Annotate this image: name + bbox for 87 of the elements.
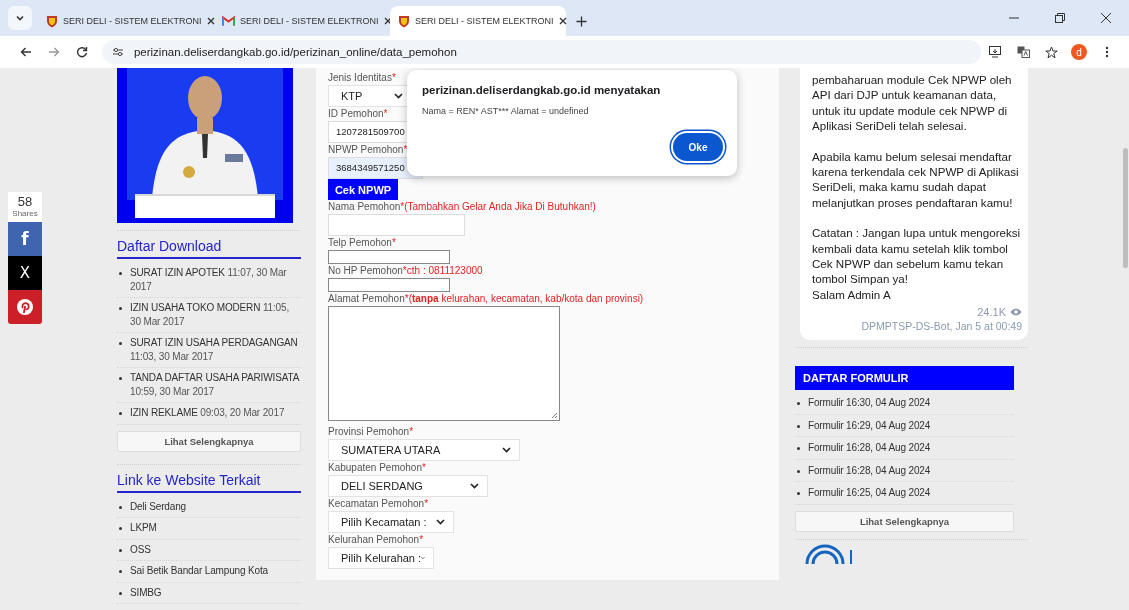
section-heading: Link ke Website Terkait (117, 468, 301, 493)
dropdown[interactable]: SUMATERA UTARA (328, 439, 520, 461)
message-text: Apabila kamu belum selesai mendaftar karena terkendala cek NPWP di Aplikasi SeriDeli, maka kamu sudah dapat melanjutkan proses pendaftaran kamu! (812, 148, 1020, 211)
dialog-title: perizinan.deliserdangkab.go.id menyatakan (422, 84, 662, 96)
input-field[interactable] (328, 278, 450, 292)
chevron-down-icon (502, 447, 511, 453)
dropdown[interactable]: DELI SERDANG (328, 475, 488, 497)
form-link[interactable]: Formulir 16:28, 04 Aug 2024 (808, 463, 931, 478)
field-label: NPWP Pemohon* (328, 143, 408, 157)
field-label: Jenis Identitas* (328, 71, 396, 85)
bullet-icon (797, 469, 800, 473)
bullet-icon (797, 402, 800, 406)
chevron-down-icon (436, 519, 445, 525)
message-text: Catatan : Jangan lupa untuk mengoreksi kembali data kamu setelah klik tombol Cek NPWP dan sebelum kamu tekan tombol Simpan ya! (812, 225, 1022, 287)
chevron-down-icon (470, 483, 479, 489)
section-heading: Daftar Download (117, 235, 301, 259)
form-link[interactable]: Formulir 16:30, 04 Aug 2024 (808, 396, 931, 410)
close-icon[interactable] (206, 15, 215, 27)
bullet-icon (119, 527, 122, 530)
bullet-icon (119, 377, 122, 380)
form-link[interactable]: Formulir 16:25, 04 Aug 2024 (808, 486, 931, 500)
view-count: 24.1K (977, 306, 1006, 319)
pinterest-share-button[interactable] (8, 290, 42, 324)
ok-button[interactable]: Oke (673, 133, 723, 161)
browser-tab[interactable]: SERI DELI - SISTEM ELEKTRONI (38, 6, 214, 36)
website-link[interactable]: OSS (130, 542, 151, 556)
site-settings-icon[interactable] (111, 47, 124, 57)
see-more-button[interactable]: Lihat Selengkapnya (795, 510, 1014, 532)
bullet-icon (119, 570, 122, 573)
message-text: pembaharuan module Cek NPWP oleh API dari DJP untuk keamanan data, untuk itu update module cek NPWP di Aplikasi SeriDeli telah selesai. (812, 72, 1013, 134)
facebook-share-button[interactable]: f (8, 222, 42, 256)
dropdown[interactable]: Pilih Kecamatan : (328, 511, 454, 533)
website-link[interactable]: LKPM (130, 521, 157, 535)
dialog-message: Nama = REN* AST*** Alamat = undefined (422, 106, 590, 116)
download-link[interactable]: TANDA DAFTAR USAHA PARIWISATA 10:59, 30 Mar 2017 (130, 371, 301, 398)
download-link[interactable]: SURAT IZIN APOTEK 11:07, 30 Mar 2017 (130, 266, 301, 293)
share-label: Shares (8, 209, 42, 222)
scrollbar-thumb[interactable] (1123, 148, 1128, 268)
download-link[interactable]: IZIN REKLAME 09:03, 20 Mar 2017 (130, 406, 285, 420)
bullet-icon (797, 447, 800, 451)
resize-grip-icon[interactable] (551, 412, 558, 419)
eye-icon (1010, 308, 1022, 317)
address-bar[interactable]: perizinan.deliserdangkab.go.id/perizinan_online/data_pemohon (101, 40, 982, 64)
field-label: Nama Pemohon*(Tambahkan Gelar Anda Jika Di Butuhkan!) (328, 200, 596, 214)
tab-search-icon[interactable] (8, 6, 32, 30)
download-link[interactable]: SURAT IZIN USAHA PERDAGANGAN 11:03, 30 Mar 2017 (130, 336, 301, 363)
x-share-button[interactable]: X (8, 256, 42, 290)
field-label: Provinsi Pemohon* (328, 425, 414, 439)
share-count: 58 (8, 192, 42, 209)
bullet-icon (119, 342, 122, 345)
chevron-down-icon (394, 93, 403, 99)
form-link[interactable]: Formulir 16:28, 04 Aug 2024 (808, 441, 931, 455)
bullet-icon (119, 272, 122, 275)
mail-icon (222, 16, 235, 26)
field-label: Telp Pemohon* (328, 236, 396, 250)
form-link[interactable]: Formulir 16:29, 04 Aug 2024 (808, 418, 931, 433)
bullet-icon (797, 492, 800, 496)
section-heading: DAFTAR FORMULIR (795, 366, 1014, 391)
website-link[interactable]: SIMBG (130, 585, 162, 599)
address-textarea[interactable] (328, 306, 560, 421)
dropdown[interactable]: Pilih Kelurahan : (328, 547, 434, 569)
close-icon[interactable] (558, 15, 567, 27)
field-label: Alamat Pemohon*(tanpa kelurahan, kecamatan, kab/kota dan provinsi) (328, 292, 644, 306)
shield-icon (46, 14, 58, 28)
website-link[interactable]: Sai Betik Bandar Lampung Kota (130, 564, 268, 578)
bullet-icon (119, 412, 122, 415)
bullet-icon (119, 505, 122, 509)
message-signature: Salam Admin A (812, 286, 892, 303)
field-label: Kabupaten Pemohon* (328, 461, 426, 475)
field-label: Kecamatan Pemohon* (328, 497, 429, 511)
check-button[interactable]: Cek NPWP (328, 179, 398, 200)
shield-icon (398, 14, 410, 28)
bullet-icon (119, 591, 122, 595)
field-label: Kelurahan Pemohon* (328, 533, 424, 547)
bullet-icon (797, 424, 800, 428)
message-author: DPMPTSP-DS-Bot, Jan 5 at 00:49 (860, 320, 1022, 333)
bullet-icon (119, 548, 122, 552)
website-link[interactable]: Deli Serdang (130, 499, 186, 513)
field-label: ID Pemohon* (328, 107, 388, 121)
see-more-button[interactable]: Lihat Selengkapnya (117, 430, 301, 452)
field-label: No HP Pemohon*cth : 0811123000 (328, 264, 483, 278)
input-field[interactable] (328, 250, 450, 264)
new-tab-icon[interactable] (576, 16, 587, 27)
bullet-icon (119, 307, 122, 310)
download-link[interactable]: IZIN USAHA TOKO MODERN 11:05, 30 Mar 2017 (130, 301, 301, 328)
browser-tab[interactable]: SERI DELI - SISTEM ELEKTRONI (390, 6, 566, 36)
pin-icon (16, 298, 34, 316)
